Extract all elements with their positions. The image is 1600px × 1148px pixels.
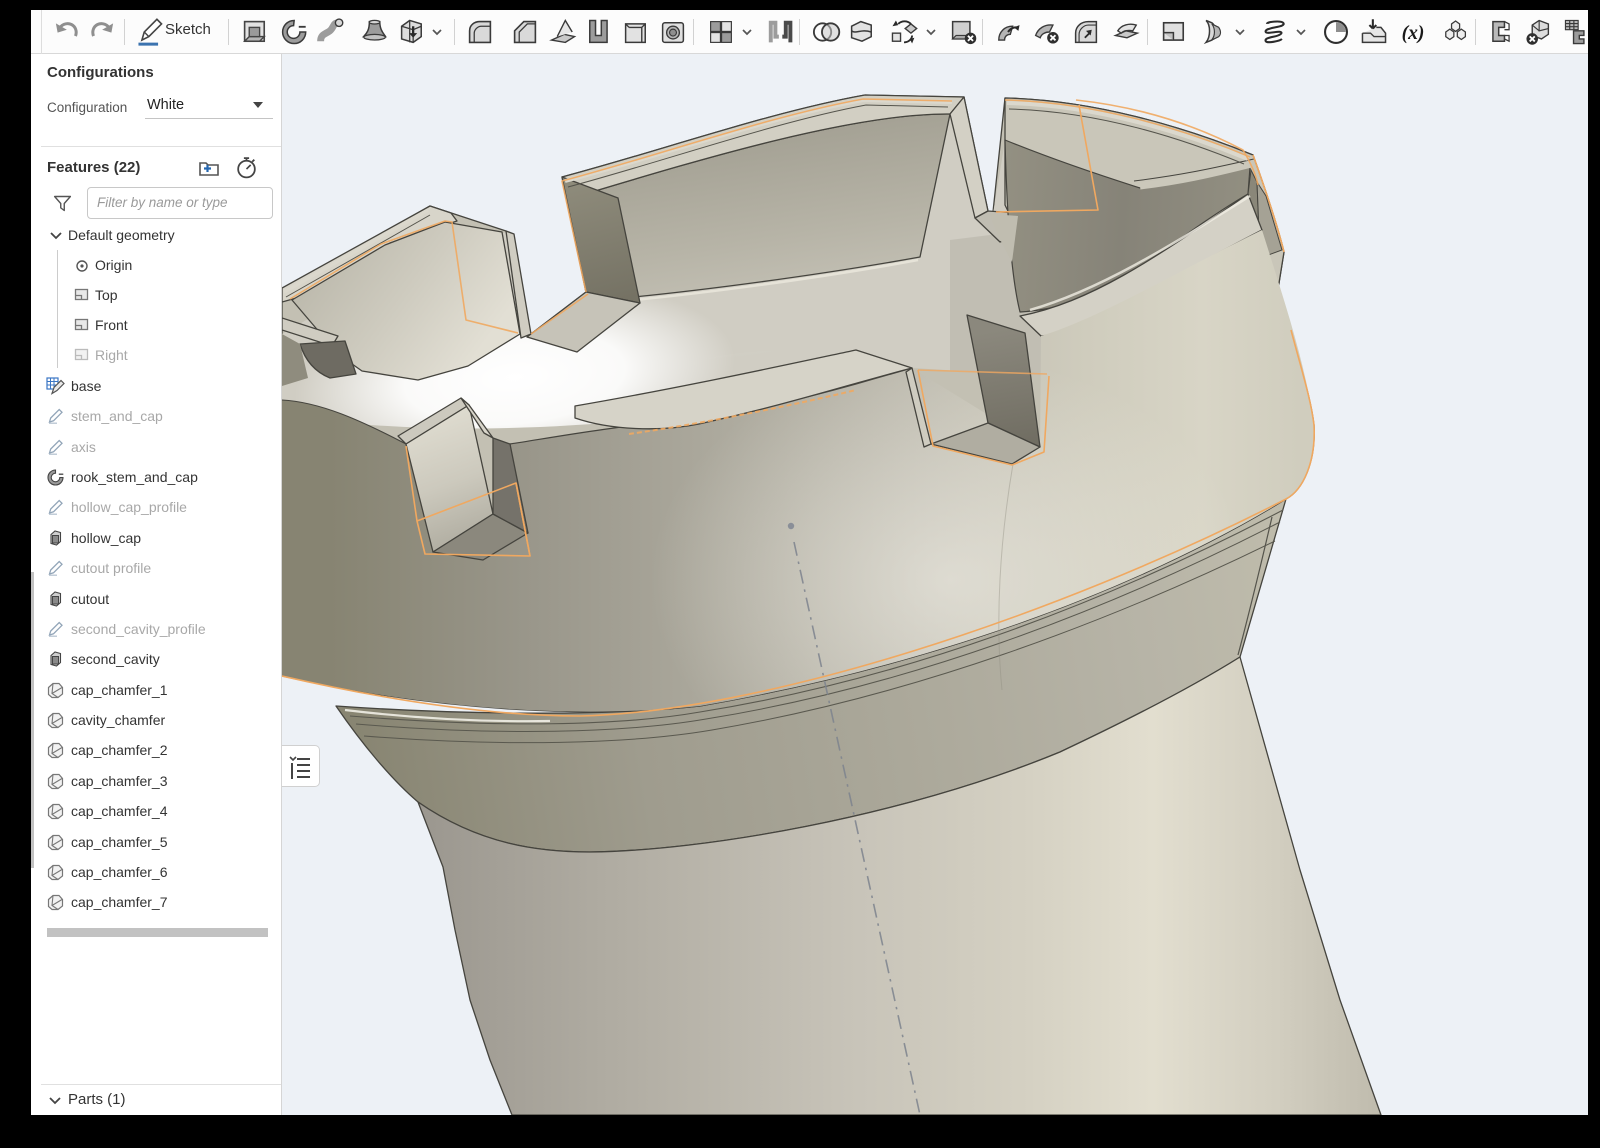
svg-text:(x): (x) xyxy=(1402,23,1425,44)
